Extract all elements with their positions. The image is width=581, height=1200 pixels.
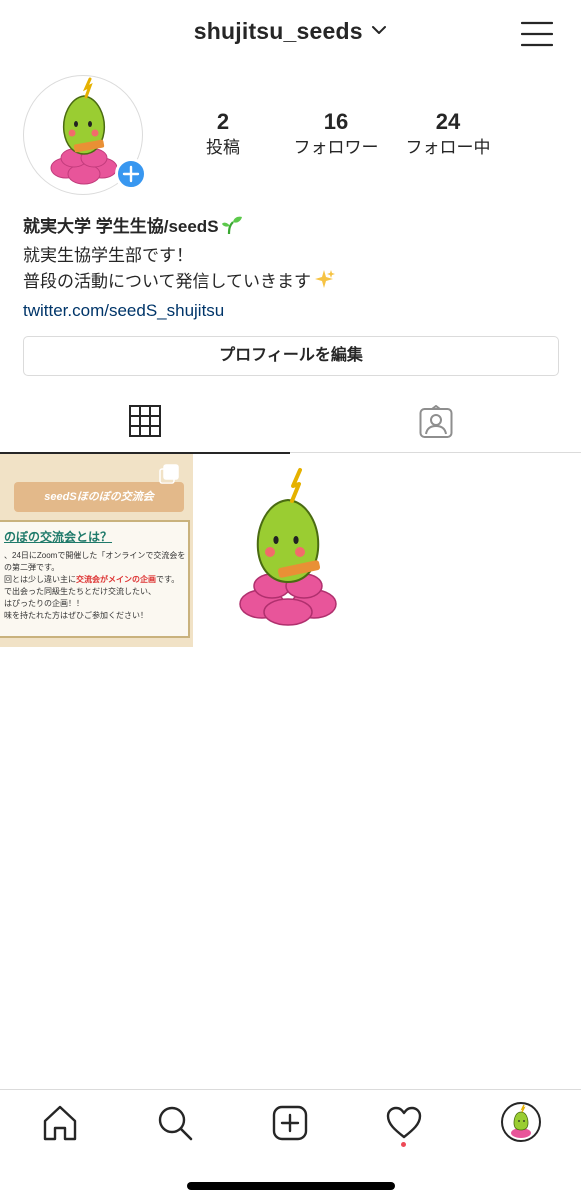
bio-website-link[interactable]: twitter.com/seedS_shujitsu <box>23 297 563 325</box>
post-card-line: はぴったりの企画！！ <box>4 599 84 608</box>
post-thumbnail[interactable] <box>194 454 387 647</box>
username[interactable]: shujitsu_seeds <box>194 18 363 44</box>
post-card-title: のぼの交流会とは？ <box>4 530 113 544</box>
top-bar: shujitsu_seeds <box>0 0 581 72</box>
post-card-highlight: 交流会がメインの企画 <box>76 575 156 584</box>
grid-icon <box>129 405 161 437</box>
post-card-line: 味を持たれた方はぜひご参加ください！ <box>4 611 148 620</box>
post-card-line: で出会った同級生たちとだけ交流したい、 <box>4 587 156 596</box>
sprout-emoji-icon <box>221 215 243 243</box>
profile-tab-avatar[interactable] <box>501 1102 541 1142</box>
mascot-image <box>511 1104 531 1138</box>
followers-count-label: フォロワー <box>293 138 379 157</box>
followers-count[interactable]: 16 フォロワー <box>281 108 391 160</box>
profile-bio: 就実大学 学生生協/seedS 就実生協学生部です！ 普段の活動について発信して… <box>23 214 563 325</box>
followers-count-value: 16 <box>323 109 349 134</box>
posts-count-label: 投稿 <box>206 138 240 157</box>
tab-tagged[interactable] <box>290 395 580 453</box>
edit-profile-button[interactable]: プロフィールを編集 <box>23 336 559 376</box>
add-story-button[interactable] <box>115 158 147 190</box>
display-name: 就実大学 学生生協/seedS <box>23 217 219 236</box>
bio-name-row: 就実大学 学生生協/seedS <box>23 214 563 243</box>
home-indicator[interactable] <box>187 1182 395 1190</box>
bottom-navigation <box>0 1089 581 1200</box>
post-card-line: 回とは少し違い主に交流会がメインの企画です。 <box>4 574 179 585</box>
post-card-text: です。 <box>156 575 180 584</box>
search-icon[interactable] <box>156 1104 194 1142</box>
account-switcher[interactable]: shujitsu_seeds <box>0 18 581 45</box>
posts-count-value: 2 <box>216 109 230 134</box>
bio-line-1: 就実生協学生部です！ <box>23 246 193 265</box>
plus-icon <box>122 165 140 183</box>
new-post-icon[interactable] <box>271 1104 309 1142</box>
heart-icon[interactable] <box>385 1104 423 1142</box>
post-thumbnail[interactable]: seedSほのぼの交流会 のぼの交流会とは？ 、24日にZoomで開催した「オン… <box>0 454 193 647</box>
posts-count[interactable]: 2 投稿 <box>168 108 278 160</box>
bio-line-2: 普段の活動について発信していきます <box>23 272 311 291</box>
following-count[interactable]: 24 フォロー中 <box>393 108 503 160</box>
sparkles-emoji-icon <box>313 269 335 297</box>
carousel-icon <box>159 464 179 489</box>
post-card-text: 回とは少し違い主に <box>4 575 76 584</box>
hamburger-menu-icon[interactable] <box>520 20 554 48</box>
profile-tabs <box>0 395 581 454</box>
mascot-image <box>239 468 337 626</box>
post-card-line: の第二弾です。 <box>4 563 60 572</box>
tab-grid[interactable] <box>0 395 290 454</box>
tagged-person-icon <box>419 405 453 438</box>
activity-notification-dot <box>401 1142 406 1147</box>
following-count-value: 24 <box>435 109 461 134</box>
following-count-label: フォロー中 <box>405 138 491 157</box>
home-icon[interactable] <box>41 1104 79 1142</box>
post-card-line: 、24日にZoomで開催した「オンラインで交流会を <box>4 551 186 560</box>
chevron-down-icon[interactable] <box>371 23 387 41</box>
bio-line-2-row: 普段の活動について発信していきます <box>23 269 563 297</box>
post-info-card: のぼの交流会とは？ 、24日にZoomで開催した「オンラインで交流会を の第二弾… <box>0 520 190 638</box>
